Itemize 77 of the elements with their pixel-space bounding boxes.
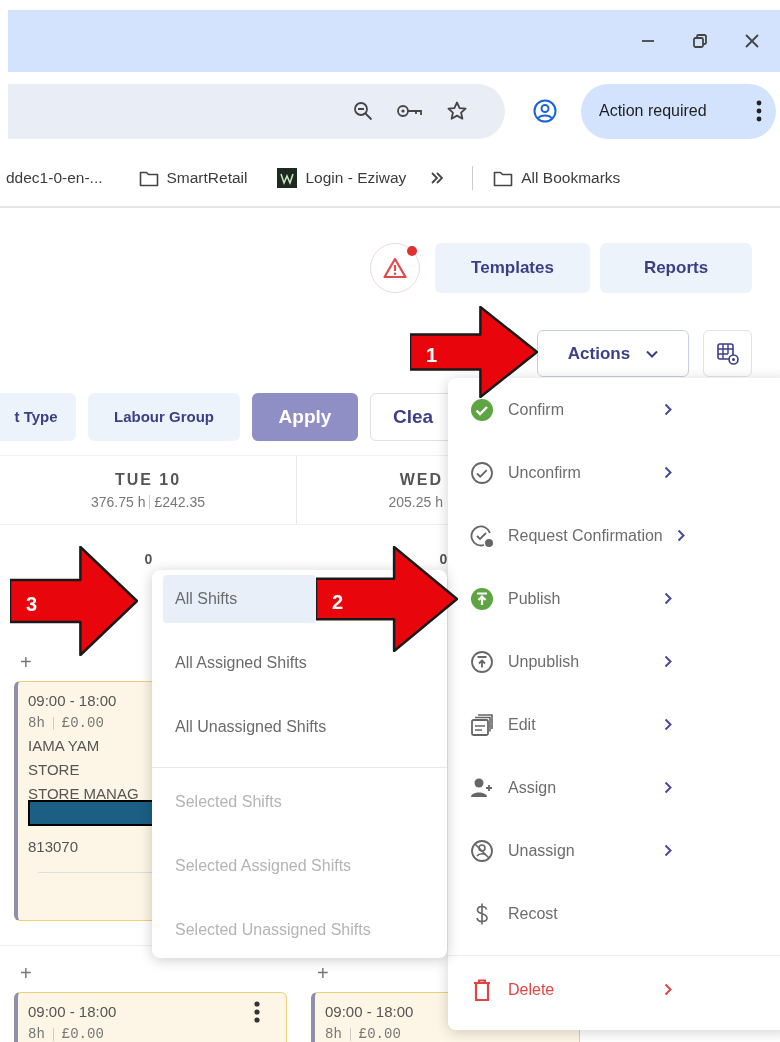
day-cost: £242.35 bbox=[154, 492, 206, 512]
templates-button[interactable]: Templates bbox=[435, 243, 590, 293]
add-shift-button[interactable]: + bbox=[0, 956, 297, 990]
day-hours: 376.75 h bbox=[90, 492, 146, 512]
menu-item[interactable]: Unconfirm bbox=[448, 441, 780, 504]
key-icon[interactable] bbox=[397, 103, 423, 119]
actions-button[interactable]: Actions bbox=[537, 330, 689, 377]
folder-icon bbox=[493, 169, 514, 187]
upload-circle-icon bbox=[470, 586, 494, 611]
shift-card[interactable]: 09:00 - 18:00 8h £0.00 bbox=[14, 992, 287, 1042]
check-clock-icon bbox=[470, 523, 494, 548]
apply-button[interactable]: Apply bbox=[252, 393, 358, 441]
chevron-right-icon bbox=[664, 983, 672, 996]
star-icon[interactable] bbox=[447, 101, 467, 121]
reports-button[interactable]: Reports bbox=[600, 243, 752, 293]
caret-icon bbox=[646, 349, 659, 358]
more-icon[interactable] bbox=[254, 1001, 260, 1024]
menu-item[interactable]: Recost bbox=[448, 882, 780, 945]
bookmark-link[interactable]: SmartRetail bbox=[166, 166, 248, 190]
shift-time: 09:00 - 18:00 bbox=[325, 1002, 414, 1022]
shift-time: 09:00 - 18:00 bbox=[28, 1002, 117, 1022]
step-number: 1 bbox=[426, 343, 438, 368]
chevron-right-icon bbox=[664, 718, 672, 731]
alert-button[interactable] bbox=[370, 243, 420, 293]
menu-item[interactable]: Edit bbox=[448, 693, 780, 756]
stacked-cards-icon bbox=[470, 712, 494, 737]
check-circle-icon bbox=[470, 397, 494, 422]
site-favicon-icon bbox=[277, 168, 298, 188]
filter-button[interactable]: t Type bbox=[0, 393, 76, 441]
day-label: WED bbox=[399, 469, 443, 490]
menu-item[interactable]: Assign bbox=[448, 756, 780, 819]
shift-hours: 8h bbox=[325, 1024, 342, 1042]
shift-detail: STORE MANAG bbox=[28, 783, 139, 804]
shift-detail: IAMA YAM bbox=[28, 735, 100, 756]
chevrons-icon[interactable] bbox=[430, 172, 445, 184]
grid-gear-icon bbox=[715, 341, 740, 366]
chevron-right-icon bbox=[664, 655, 672, 668]
step-number: 2 bbox=[332, 590, 344, 615]
grid-settings-button[interactable] bbox=[703, 330, 752, 377]
close-icon[interactable] bbox=[744, 33, 760, 49]
upload-circle-icon bbox=[470, 649, 494, 674]
warning-icon bbox=[383, 257, 407, 279]
menu-item[interactable]: Request Confirmation bbox=[448, 504, 780, 567]
menu-item[interactable]: Unassign bbox=[448, 819, 780, 882]
shift-cost: £0.00 bbox=[61, 1024, 104, 1042]
chevron-right-icon bbox=[664, 781, 672, 794]
filter-button[interactable]: Labour Group bbox=[88, 393, 240, 441]
chevron-right-icon bbox=[664, 592, 672, 605]
shift-cost: £0.00 bbox=[61, 713, 104, 733]
menu-item[interactable]: Unpublish bbox=[448, 630, 780, 693]
shift-detail: STORE bbox=[28, 759, 80, 780]
restore-icon[interactable] bbox=[692, 33, 708, 49]
shift-count: 0 bbox=[144, 550, 153, 569]
shift-hours: 8h bbox=[28, 1024, 45, 1042]
shift-code: 813070 bbox=[28, 836, 80, 857]
chevron-right-icon bbox=[676, 529, 685, 542]
zoom-out-icon[interactable] bbox=[353, 101, 373, 121]
bookmark-link[interactable]: All Bookmarks bbox=[521, 166, 621, 190]
day-hours: 205.25 h bbox=[388, 492, 443, 512]
bookmark-link[interactable]: ddec1-0-en-... bbox=[6, 166, 103, 190]
chevron-right-icon bbox=[664, 466, 672, 479]
check-circle-icon bbox=[470, 460, 494, 485]
shift-hours: 8h bbox=[28, 713, 45, 733]
day-label: TUE 10 bbox=[114, 469, 182, 490]
shift-cost: £0.00 bbox=[358, 1024, 401, 1042]
person-slash-icon bbox=[470, 838, 494, 863]
folder-icon bbox=[138, 169, 159, 187]
shift-time: 09:00 - 18:00 bbox=[28, 691, 117, 711]
step-number: 3 bbox=[26, 592, 38, 617]
shift-count: 0 bbox=[439, 550, 448, 569]
submenu-item[interactable]: All Shifts bbox=[163, 575, 316, 623]
action-required-button[interactable]: Action required bbox=[581, 83, 776, 139]
more-icon bbox=[756, 100, 762, 122]
chevron-right-icon bbox=[664, 403, 672, 416]
chevron-right-icon bbox=[664, 844, 672, 857]
bookmark-link[interactable]: Login - Eziway bbox=[305, 166, 407, 190]
profile-icon[interactable] bbox=[533, 99, 557, 123]
